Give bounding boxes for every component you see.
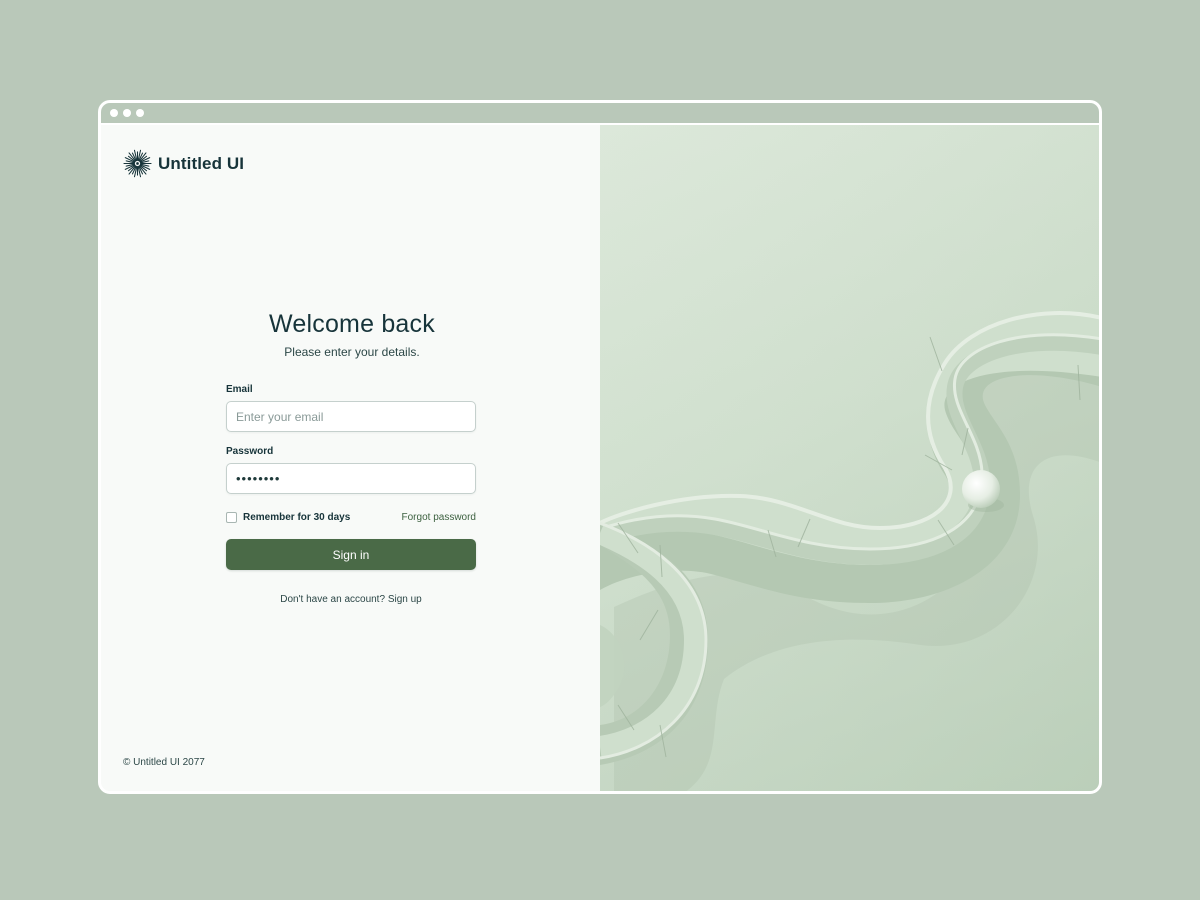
remember-label: Remember for 30 days <box>243 512 351 523</box>
sign-in-button[interactable]: Sign in <box>226 539 476 570</box>
copyright-text: © Untitled UI 2077 <box>123 757 205 768</box>
options-row: Remember for 30 days Forgot password <box>226 512 476 523</box>
email-field[interactable] <box>226 401 476 432</box>
window-dot-icon[interactable] <box>110 109 118 117</box>
window-titlebar <box>101 103 1099 125</box>
window-dot-icon[interactable] <box>136 109 144 117</box>
brand-name: Untitled UI <box>158 153 245 173</box>
login-panel: Untitled UI Welcome back Please enter yo… <box>101 125 600 791</box>
brand-logo[interactable]: Untitled UI <box>123 149 244 178</box>
remember-option[interactable]: Remember for 30 days <box>226 512 350 523</box>
sign-up-link[interactable]: Sign up <box>388 594 422 605</box>
page-title: Welcome back <box>269 310 435 338</box>
sunburst-icon <box>123 149 152 178</box>
maze-track-illustration <box>600 125 1099 791</box>
password-field[interactable] <box>226 463 476 494</box>
browser-window: Untitled UI Welcome back Please enter yo… <box>98 100 1102 794</box>
forgot-password-link[interactable]: Forgot password <box>402 512 476 523</box>
illustration-panel <box>600 125 1099 791</box>
password-label: Password <box>226 446 274 457</box>
page-subtitle: Please enter your details. <box>284 345 420 359</box>
window-dot-icon[interactable] <box>123 109 131 117</box>
login-form: Welcome back Please enter your details. … <box>226 310 478 605</box>
signup-prompt-row: Don't have an account? Sign up <box>226 594 476 605</box>
window-content: Untitled UI Welcome back Please enter yo… <box>101 125 1099 791</box>
email-label: Email <box>226 384 253 395</box>
signup-prompt: Don't have an account? <box>280 594 386 605</box>
remember-checkbox[interactable] <box>226 512 237 523</box>
